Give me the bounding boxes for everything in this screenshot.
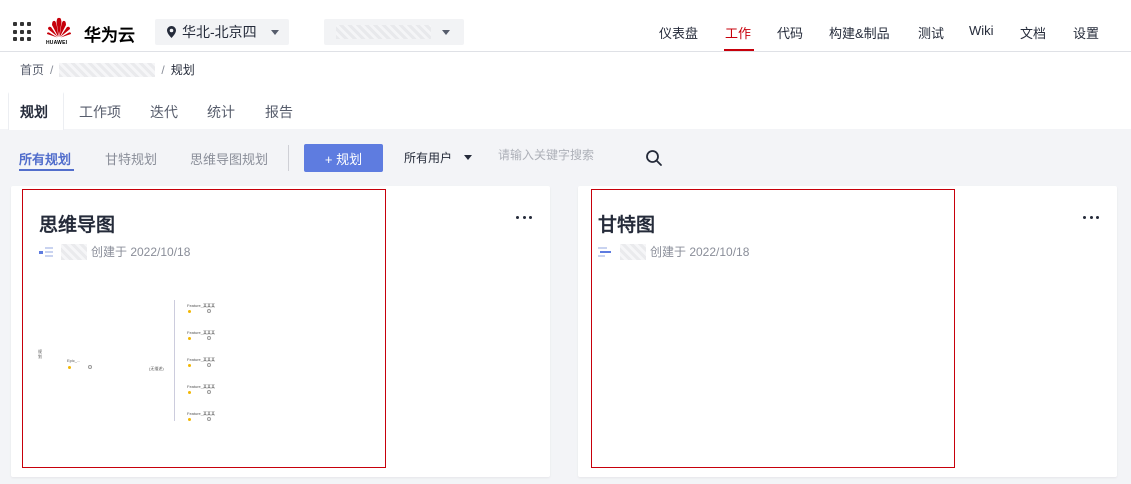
more-options-icon[interactable] [1083, 216, 1099, 220]
add-plan-button[interactable]: + 规划 [304, 144, 383, 172]
breadcrumb-separator: / [161, 62, 165, 77]
nav-dashboard[interactable]: 仪表盘 [659, 23, 698, 42]
tab-work-items[interactable]: 工作项 [79, 102, 121, 122]
project-selector[interactable] [324, 19, 464, 45]
nav-wiki[interactable]: Wiki [969, 23, 994, 38]
nav-work[interactable]: 工作 [725, 23, 751, 42]
breadcrumb-home[interactable]: 首页 [20, 61, 44, 78]
nav-docs[interactable]: 文档 [1020, 23, 1046, 42]
project-name-redacted [336, 25, 431, 39]
user-filter-label: 所有用户 [404, 151, 453, 165]
brand-name[interactable]: 华为云 [84, 21, 135, 46]
region-label: 华北-北京四 [182, 24, 257, 40]
more-options-icon[interactable] [516, 216, 532, 220]
plan-card-gantt[interactable]: 甘特图 创建于 2022/10/18 [578, 186, 1117, 477]
subtab-gantt-plans[interactable]: 甘特规划 [105, 149, 157, 168]
breadcrumb-current: 规划 [170, 63, 195, 77]
highlight-box [22, 189, 386, 468]
breadcrumb-project-redacted[interactable] [59, 62, 156, 77]
tab-iterations[interactable]: 迭代 [150, 102, 178, 122]
highlight-box [591, 189, 955, 468]
subtab-mindmap-plans[interactable]: 思维导图规划 [190, 149, 268, 168]
nav-settings[interactable]: 设置 [1073, 23, 1099, 42]
plan-card-mindmap[interactable]: 思维导图 创建于 2022/10/18 规划 Epic_... (无描述) Fe… [11, 186, 550, 477]
app-grid-icon[interactable] [13, 22, 33, 42]
location-pin-icon [167, 26, 176, 38]
nav-code[interactable]: 代码 [777, 23, 803, 42]
search-input[interactable] [498, 148, 628, 162]
plan-filter-bar: 所有规划 甘特规划 思维导图规划 + 规划 所有用户 [0, 129, 1131, 185]
page-tabs: 规划 工作项 迭代 统计 报告 [0, 92, 1131, 130]
region-selector[interactable]: 华北-北京四 [155, 19, 289, 45]
subtab-active-indicator [19, 169, 74, 171]
tab-plan[interactable]: 规划 [20, 102, 48, 122]
search-icon[interactable] [645, 149, 663, 167]
chevron-down-icon [270, 29, 279, 35]
tab-reports[interactable]: 报告 [265, 102, 293, 122]
chevron-down-icon [464, 155, 473, 160]
top-navbar: HUAWEI 华为云 华北-北京四 仪表盘 工作 代码 构建&制品 测试 Wik… [0, 12, 1131, 52]
nav-test[interactable]: 测试 [918, 23, 944, 42]
breadcrumb-separator: / [50, 62, 54, 77]
logo-text: HUAWEI [46, 40, 68, 46]
user-filter-dropdown[interactable]: 所有用户 [404, 149, 473, 166]
tab-statistics[interactable]: 统计 [207, 102, 235, 122]
breadcrumb: 首页 / / 规划 [20, 61, 195, 78]
chevron-down-icon [442, 30, 450, 35]
subtab-all-plans[interactable]: 所有规划 [19, 149, 71, 168]
nav-active-indicator [724, 49, 754, 51]
nav-build-artifacts[interactable]: 构建&制品 [829, 23, 890, 42]
divider [288, 145, 289, 171]
